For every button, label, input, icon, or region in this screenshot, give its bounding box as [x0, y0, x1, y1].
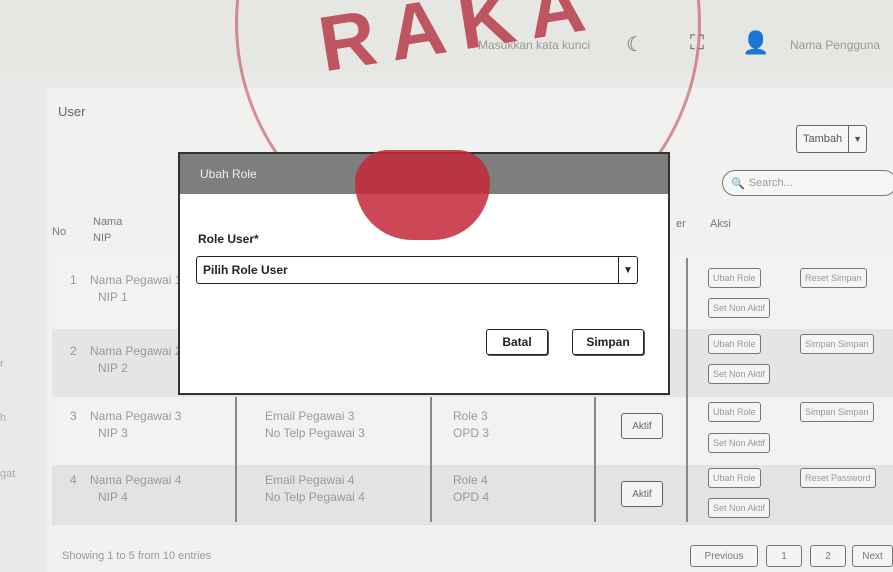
tambah-button[interactable]: Tambah ▼	[796, 125, 868, 153]
ubah-role-button[interactable]: Ubah Role	[708, 402, 761, 422]
header-aksi: Aksi	[710, 218, 731, 230]
column-divider	[594, 397, 596, 522]
header-nama: Nama	[93, 216, 123, 228]
role-user-select-value: Pilih Role User	[203, 263, 288, 277]
row-nama-nip: Nama Pegawai 4 NIP 4	[90, 472, 181, 506]
row-nama: Nama Pegawai 2	[90, 344, 182, 358]
ubah-role-button[interactable]: Ubah Role	[708, 268, 761, 288]
row-no: 3	[70, 409, 77, 423]
row-nip: NIP 2	[98, 361, 128, 375]
row-nama-nip: Nama Pegawai 1 NIP 1	[90, 272, 181, 306]
row-email: Email Pegawai 3	[265, 409, 355, 423]
moon-icon[interactable]: ☾	[626, 32, 644, 57]
sidebar-item-3[interactable]: gat	[0, 468, 15, 480]
sidebar-item-2[interactable]: h	[0, 412, 6, 424]
search-icon: 🔍	[731, 177, 745, 190]
row-no: 2	[70, 344, 77, 358]
row-nama-nip: Nama Pegawai 3 NIP 3	[90, 408, 181, 442]
row-nip: NIP 4	[98, 490, 128, 504]
set-non-aktif-button[interactable]: Set Non Aktif	[708, 433, 771, 453]
column-divider	[430, 397, 432, 522]
user-name[interactable]: Nama Pengguna	[790, 38, 880, 52]
page-2-button[interactable]: 2	[810, 545, 846, 567]
aktif-button[interactable]: Aktif	[621, 413, 663, 439]
row-nama: Nama Pegawai 1	[90, 273, 182, 287]
row-contact: Email Pegawai 4 No Telp Pegawai 4	[265, 472, 365, 506]
aktif-button[interactable]: Aktif	[621, 481, 663, 507]
chevron-down-icon[interactable]: ▼	[618, 257, 637, 283]
ubah-role-button[interactable]: Ubah Role	[708, 334, 761, 354]
watermark-text: RAKA	[312, 0, 605, 89]
row-nip: NIP 1	[98, 290, 128, 304]
row-role: Role 4	[453, 473, 488, 487]
row-role-opd: Role 3 OPD 3	[453, 408, 489, 442]
header-nip: NIP	[93, 232, 112, 244]
sidebar-item-1[interactable]: r	[0, 358, 4, 370]
simpan-button[interactable]: Simpan Simpan	[800, 402, 874, 422]
row-telp: No Telp Pegawai 3	[265, 426, 365, 440]
set-non-aktif-button[interactable]: Set Non Aktif	[708, 298, 771, 318]
reset-button[interactable]: Reset Simpan	[800, 268, 867, 288]
row-nama: Nama Pegawai 4	[90, 473, 182, 487]
row-nip: NIP 3	[98, 426, 128, 440]
row-telp: No Telp Pegawai 4	[265, 490, 365, 504]
row-nama: Nama Pegawai 3	[90, 409, 182, 423]
header-status: er	[676, 218, 686, 230]
ubah-role-button[interactable]: Ubah Role	[708, 468, 761, 488]
simpan-button[interactable]: Simpan Simpan	[800, 334, 874, 354]
set-non-aktif-button[interactable]: Set Non Aktif	[708, 498, 771, 518]
page-1-button[interactable]: 1	[766, 545, 802, 567]
row-no: 4	[70, 473, 77, 487]
simpan-button[interactable]: Simpan	[572, 329, 644, 355]
column-divider	[235, 397, 237, 522]
row-role-opd: Role 4 OPD 4	[453, 472, 489, 506]
role-user-label: Role User*	[198, 232, 259, 246]
search-placeholder: Search...	[748, 177, 793, 189]
tambah-label: Tambah	[803, 133, 843, 145]
next-button[interactable]: Next	[852, 545, 893, 567]
fullscreen-icon[interactable]: ⛶	[690, 32, 704, 55]
column-divider	[686, 258, 688, 522]
previous-button[interactable]: Previous	[690, 545, 758, 567]
set-non-aktif-button[interactable]: Set Non Aktif	[708, 364, 771, 384]
batal-button[interactable]: Batal	[486, 329, 548, 355]
user-avatar-icon[interactable]: 👤	[742, 30, 769, 56]
role-user-select[interactable]: Pilih Role User ▼	[196, 256, 638, 284]
search-input[interactable]: 🔍 Search...	[722, 170, 893, 196]
row-opd: OPD 4	[453, 490, 490, 504]
row-nama-nip: Nama Pegawai 2 NIP 2	[90, 343, 181, 377]
chevron-down-icon[interactable]: ▼	[848, 126, 866, 152]
row-contact: Email Pegawai 3 No Telp Pegawai 3	[265, 408, 365, 442]
header-nama-nip: Nama NIP	[93, 214, 122, 246]
entries-info: Showing 1 to 5 from 10 entries	[62, 550, 212, 562]
row-opd: OPD 3	[453, 426, 490, 440]
row-email: Email Pegawai 4	[265, 473, 355, 487]
reset-password-button[interactable]: Reset Password	[800, 468, 876, 488]
row-role: Role 3	[453, 409, 488, 423]
page-title: User	[58, 104, 86, 119]
row-no: 1	[70, 273, 77, 287]
header-no: No	[52, 226, 67, 238]
